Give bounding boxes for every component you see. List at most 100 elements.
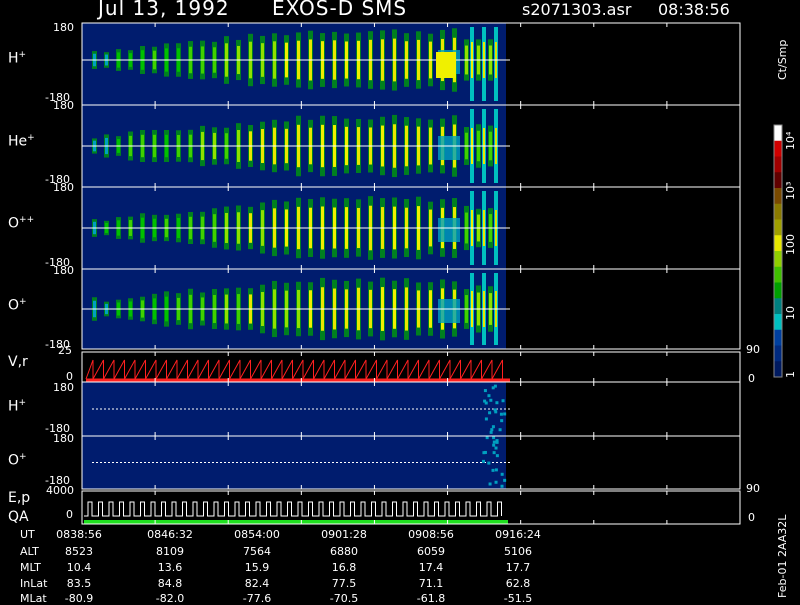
footer-label: UT bbox=[20, 528, 35, 541]
footer-value: 8523 bbox=[65, 545, 93, 558]
colorbar-segment bbox=[774, 329, 782, 346]
lower-noise bbox=[495, 401, 499, 405]
lower-noise bbox=[483, 399, 487, 403]
rtick-vr-bottom: 0 bbox=[748, 372, 755, 385]
footer-value: 0846:32 bbox=[147, 528, 193, 541]
colorbar-segment bbox=[774, 314, 782, 331]
lower-noise bbox=[494, 468, 498, 472]
spectrogram-plot bbox=[81, 22, 783, 525]
colorbar-segment bbox=[774, 125, 782, 142]
ytick-hl-max: 180 bbox=[53, 381, 74, 394]
lower-noise bbox=[490, 428, 494, 432]
footer-value: 0854:00 bbox=[234, 528, 280, 541]
lower-noise bbox=[495, 439, 499, 443]
colorbar-segment bbox=[774, 172, 782, 189]
lower-noise bbox=[491, 468, 495, 472]
lower-noise bbox=[503, 478, 507, 482]
colorbar-tick: 1 bbox=[784, 371, 797, 378]
colorbar-segment bbox=[774, 345, 782, 362]
colorbar-segment bbox=[774, 361, 782, 378]
ytick-vr-max: 25 bbox=[58, 344, 72, 357]
h-blob bbox=[436, 52, 456, 78]
lower-noise bbox=[485, 436, 489, 440]
lower-noise bbox=[492, 436, 496, 440]
footer-label: MLT bbox=[20, 561, 41, 574]
footer-value: -82.0 bbox=[155, 592, 185, 605]
lower-noise bbox=[499, 412, 503, 416]
footer-value: 6059 bbox=[417, 545, 445, 558]
panel-label-qa: QA bbox=[8, 509, 29, 525]
footer-value: 71.1 bbox=[418, 577, 444, 590]
colorbar-tick: 10⁴ bbox=[784, 131, 797, 150]
lower-noise bbox=[494, 446, 498, 450]
footer-value: 6880 bbox=[330, 545, 358, 558]
colorbar-segment bbox=[774, 219, 782, 236]
lower-noise bbox=[488, 482, 492, 486]
lower-noise bbox=[492, 443, 496, 447]
footer-value: 13.6 bbox=[157, 561, 183, 574]
lower-noise bbox=[483, 389, 487, 393]
footer-value: -51.5 bbox=[503, 592, 533, 605]
footer-value: 83.5 bbox=[66, 577, 92, 590]
lower-noise bbox=[484, 417, 488, 421]
ytick-he-max: 180 bbox=[53, 99, 74, 112]
lower-noise bbox=[494, 480, 498, 484]
lower-noise bbox=[501, 399, 505, 403]
footer-value: 15.9 bbox=[244, 561, 270, 574]
panel-frame-4 bbox=[81, 351, 741, 383]
lower-noise bbox=[493, 408, 497, 412]
footer-value: -77.6 bbox=[242, 592, 272, 605]
ytick-ol-max: 180 bbox=[53, 432, 74, 445]
footer-label: ALT bbox=[20, 545, 39, 558]
panel-label-op: O+ bbox=[8, 297, 27, 314]
lower-noise bbox=[487, 461, 491, 465]
footer-value: 82.4 bbox=[244, 577, 270, 590]
footer-value: 10.4 bbox=[66, 561, 92, 574]
lower-noise bbox=[487, 394, 491, 398]
ytick-ep-min: 0 bbox=[66, 508, 73, 521]
ytick-op-max: 180 bbox=[53, 264, 74, 277]
panel-label-opp: O++ bbox=[8, 215, 35, 232]
footer-value: 62.8 bbox=[505, 577, 531, 590]
lower-noise bbox=[491, 425, 495, 429]
rtick-ep-top: 90 bbox=[746, 482, 760, 495]
ytick-h-max: 180 bbox=[53, 21, 74, 34]
lower-noise bbox=[500, 484, 504, 488]
ep-sawtooth bbox=[84, 501, 502, 517]
colorbar-segment bbox=[774, 266, 782, 283]
lower-noise bbox=[495, 454, 499, 458]
colorbar-segment bbox=[774, 235, 782, 252]
rtick-vr-top: 90 bbox=[746, 343, 760, 356]
blob bbox=[438, 299, 460, 323]
footer-value: 8109 bbox=[156, 545, 184, 558]
panel-frame-7 bbox=[81, 490, 741, 525]
panel-label-ep: E,p bbox=[8, 490, 31, 506]
footer-value: 0916:24 bbox=[495, 528, 541, 541]
colorbar-tick: 10³ bbox=[784, 181, 797, 200]
panel-label-he: He+ bbox=[8, 133, 35, 150]
footer-value: 17.4 bbox=[418, 561, 444, 574]
lower-noise bbox=[492, 451, 496, 455]
panel-label-h-lower: H+ bbox=[8, 398, 27, 415]
vr-sawtooth bbox=[85, 359, 503, 380]
footer-value: 5106 bbox=[504, 545, 532, 558]
footer-label: MLat bbox=[20, 592, 47, 605]
lower-noise bbox=[493, 384, 497, 388]
lower-noise bbox=[500, 472, 504, 476]
footer-value: -61.8 bbox=[416, 592, 446, 605]
lower-noise bbox=[500, 419, 504, 423]
panel-label-o-lower: O+ bbox=[8, 452, 27, 469]
panel-label-vr: V,r bbox=[8, 354, 28, 370]
rtick-ep-bottom: 0 bbox=[748, 511, 755, 524]
ytick-opp-max: 180 bbox=[53, 181, 74, 194]
colorbar-segment bbox=[774, 156, 782, 173]
colorbar-segment bbox=[774, 282, 782, 299]
blob bbox=[438, 136, 460, 160]
blob bbox=[438, 218, 460, 242]
lower-noise bbox=[489, 398, 493, 402]
footer-value: 16.8 bbox=[331, 561, 357, 574]
colorbar-segment bbox=[774, 203, 782, 220]
panel-label-h: H+ bbox=[8, 50, 27, 67]
footer-value: 0901:28 bbox=[321, 528, 367, 541]
colorbar-segment bbox=[774, 298, 782, 315]
